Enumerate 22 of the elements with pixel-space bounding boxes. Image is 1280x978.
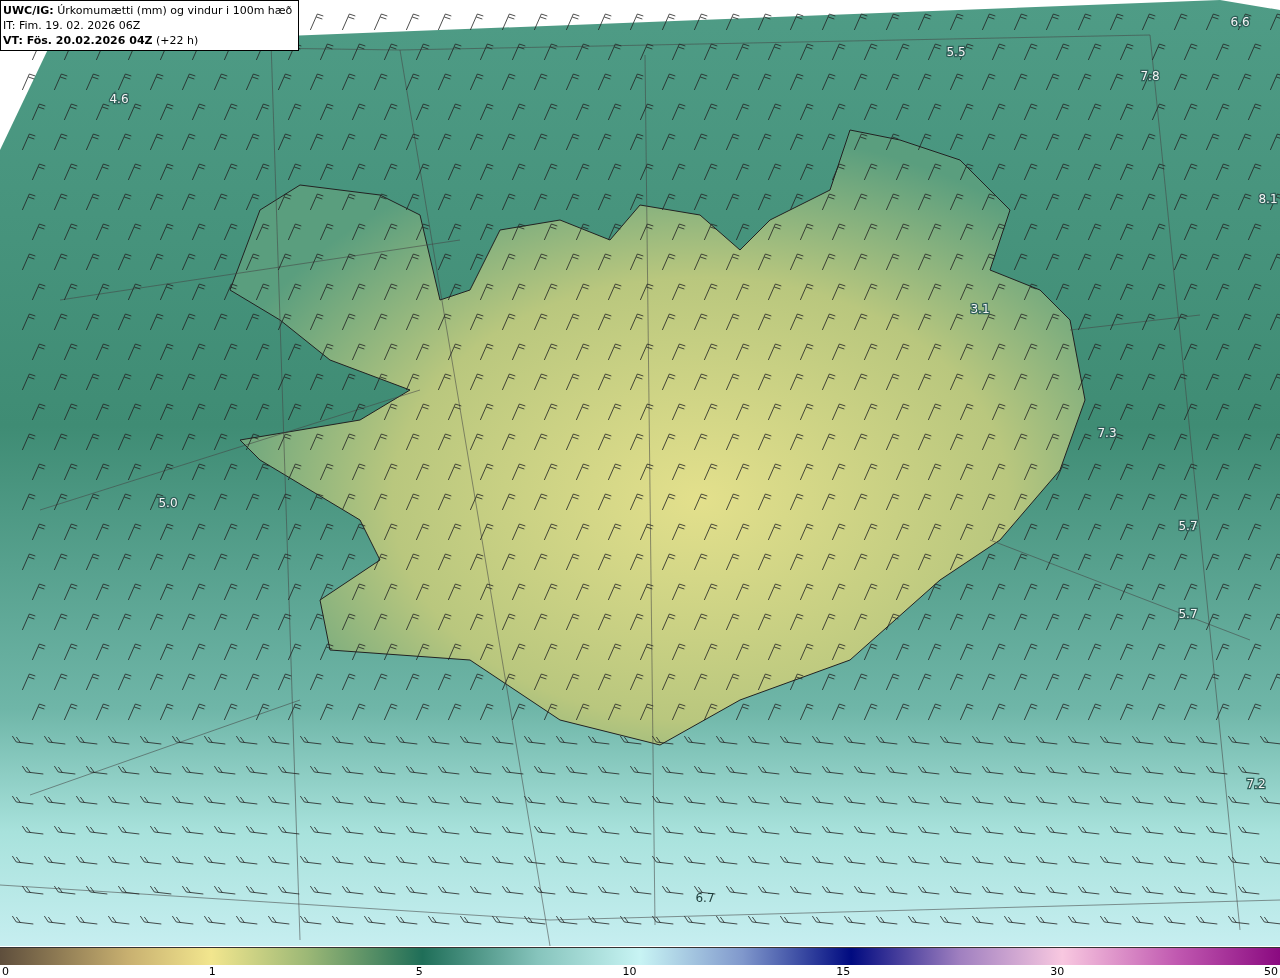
map-value-label: 5.5 — [946, 45, 966, 59]
map-value-label: 7.3 — [1097, 426, 1117, 440]
colorbar-tick-label: 10 — [622, 965, 637, 978]
map-value-label: 5.7 — [1178, 519, 1198, 533]
map-value-label: 5.7 — [1178, 607, 1198, 621]
colorbar-tick-label: 50 — [1263, 965, 1278, 978]
header-line: VT: Fös. 20.02.2026 04Z (+22 h) — [3, 33, 200, 48]
header-line: UWC/IG: Úrkomumætti (mm) og vindur i 100m hæð — [3, 3, 293, 18]
colorbar-tick-label: 1 — [208, 965, 216, 978]
colorbar-tick-label: 5 — [415, 965, 423, 978]
map-value-label: 7.8 — [1140, 69, 1160, 83]
map-value-label: 3.1 — [970, 302, 990, 316]
colorbar-tick-label: 0 — [2, 965, 9, 978]
colorbar-tick-label: 15 — [836, 965, 851, 978]
map-value-label: 6.7 — [695, 891, 715, 905]
map-value-label: 7.2 — [1246, 777, 1266, 791]
map-value-label: 8.1 — [1258, 192, 1278, 206]
map-value-label: 6.6 — [1230, 15, 1250, 29]
header-line: IT: Fim. 19. 02. 2026 06Z — [3, 18, 142, 33]
map-value-label: 5.0 — [158, 496, 178, 510]
map-value-label: 4.6 — [109, 92, 129, 106]
colorbar-tick-label: 30 — [1050, 965, 1065, 978]
